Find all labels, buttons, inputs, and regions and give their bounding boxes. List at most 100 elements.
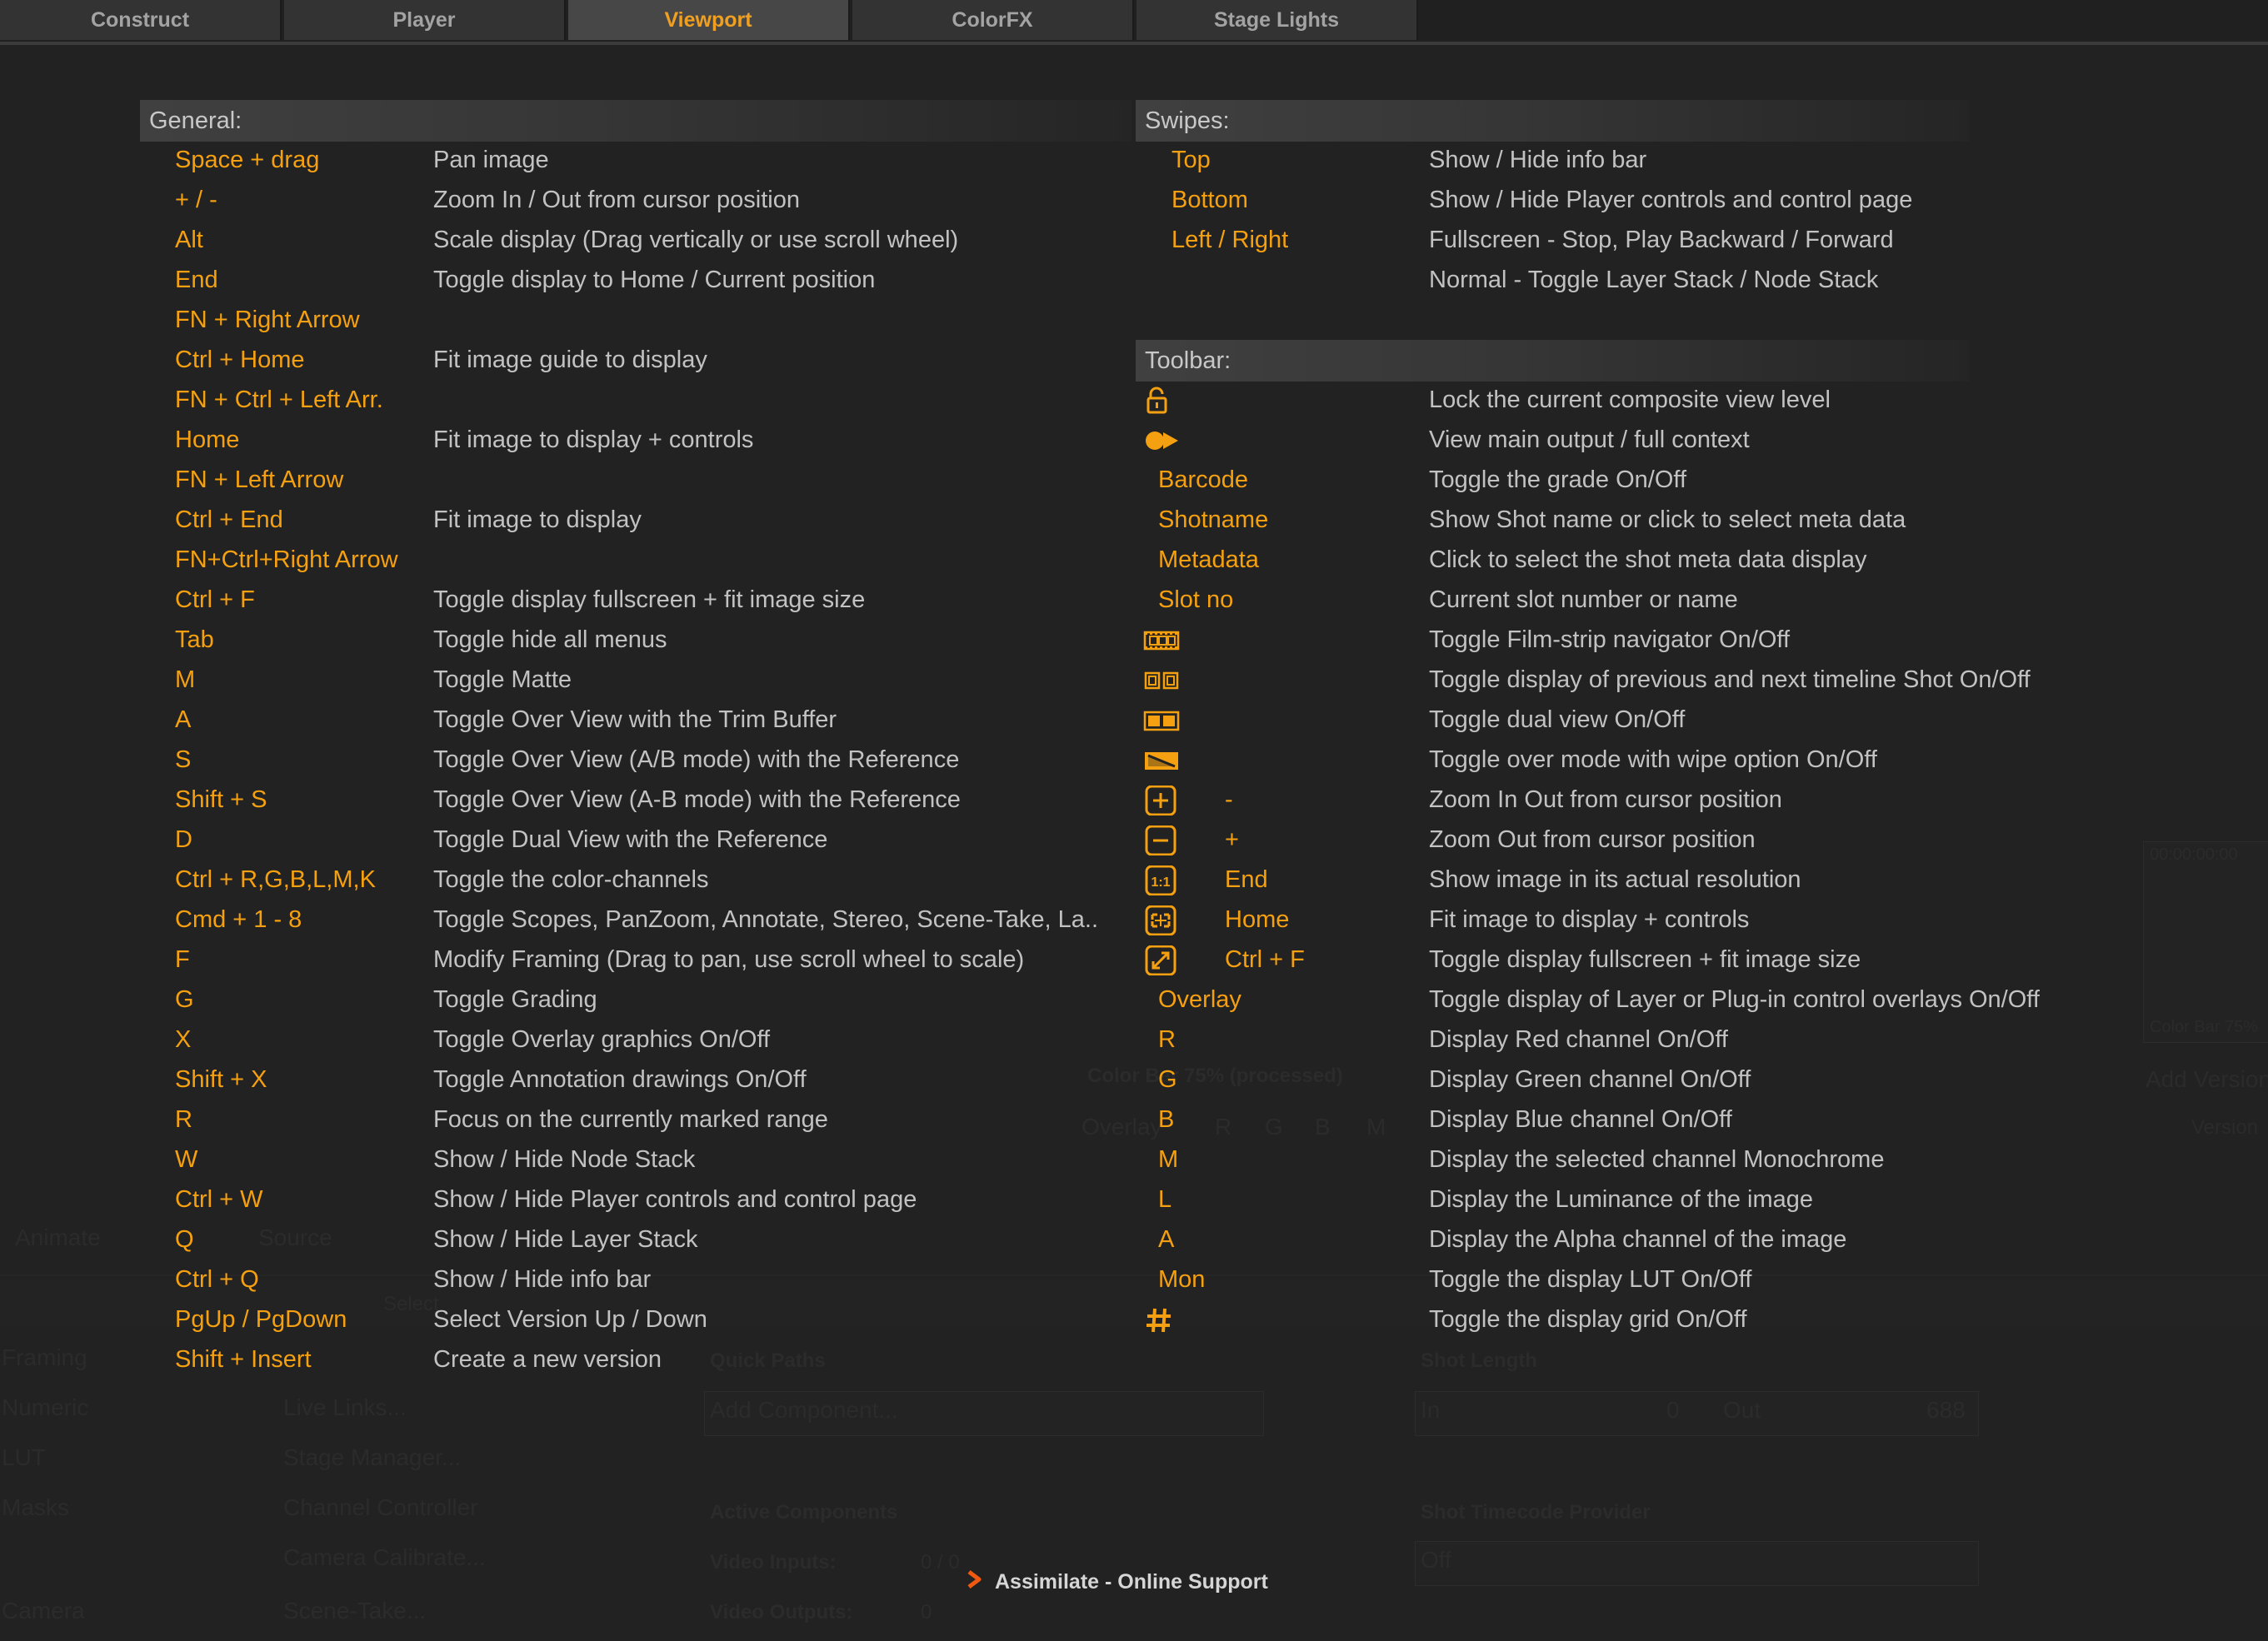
shortcut-key: G — [1158, 1066, 1177, 1093]
swipes-shortcut-row: Bottom Show / Hide Player controls and co… — [1143, 180, 2143, 220]
shortcut-description: Toggle the display LUT On/Off — [1429, 1266, 1752, 1293]
shortcut-key: Mon — [1158, 1266, 1206, 1293]
toolbar-shortcut-row: Lock the current composite view level — [1143, 380, 2143, 420]
shortcut-description: Show Shot name or click to select meta d… — [1429, 506, 1906, 533]
general-shortcut-row: R Focus on the currently marked range — [175, 1100, 1175, 1140]
shortcut-key: Ctrl + W — [175, 1186, 263, 1213]
shortcut-description: Zoom In / Out from cursor position — [433, 187, 800, 213]
toolbar-shortcut-row: Toggle display of previous and next time… — [1143, 660, 2143, 700]
shortcut-description: Toggle Grading — [433, 986, 597, 1013]
general-section-title: General: — [140, 100, 1132, 142]
shortcut-key: M — [1158, 1146, 1179, 1173]
tab-player[interactable]: Player — [284, 0, 566, 40]
background-label: In — [1421, 1397, 1441, 1423]
shortcut-description: Fit image to display — [433, 506, 642, 533]
shortcut-description: Toggle Annotation drawings On/Off — [433, 1066, 807, 1093]
shortcut-description: Toggle Over View (A-B mode) with the Ref… — [433, 786, 961, 813]
background-thumbnail — [2143, 841, 2268, 1043]
zoom-out-icon — [1143, 825, 1180, 855]
shortcut-key: A — [175, 706, 192, 733]
shortcut-key: - — [1225, 786, 1233, 813]
filmstrip-icon — [1143, 626, 1180, 656]
shortcut-description: Pan image — [433, 147, 549, 173]
shortcut-description: Display Red channel On/Off — [1429, 1026, 1728, 1053]
shortcut-key: W — [175, 1146, 198, 1173]
shortcut-description: Toggle hide all menus — [433, 626, 667, 653]
shortcut-key: D — [175, 826, 192, 853]
general-shortcut-row: A Toggle Over View with the Trim Buffer — [175, 700, 1175, 740]
shortcut-description: Display Blue channel On/Off — [1429, 1106, 1732, 1133]
general-shortcut-row: Ctrl + End Fit image to display — [175, 500, 1175, 540]
general-shortcut-row: Q Show / Hide Layer Stack — [175, 1220, 1175, 1259]
shortcut-description: Display the selected channel Monochrome — [1429, 1146, 1885, 1173]
shortcut-description: Scale display (Drag vertically or use sc… — [433, 227, 959, 253]
shortcut-key: F — [175, 946, 190, 973]
shortcut-key: End — [175, 267, 218, 293]
swipes-shortcut-row: Normal - Toggle Layer Stack / Node Stack — [1143, 260, 2143, 300]
shortcut-description: Lock the current composite view level — [1429, 387, 1831, 413]
toolbar-shortcut-row: Overlay Toggle display of Layer or Plug-i… — [1143, 980, 2143, 1020]
background-label: Shot Length — [1421, 1349, 1537, 1372]
general-shortcut-row: Ctrl + Home Fit image guide to display — [175, 340, 1175, 380]
toolbar-section-title: Toolbar: — [1136, 340, 1969, 382]
shortcut-description: Toggle Film-strip navigator On/Off — [1429, 626, 1791, 653]
shortcut-key: A — [1158, 1226, 1175, 1253]
background-label: Channel Controller — [283, 1494, 478, 1520]
general-shortcut-row: Alt Scale display (Drag vertically or use… — [175, 220, 1175, 260]
general-shortcut-row: Ctrl + W Show / Hide Player controls and … — [175, 1180, 1175, 1220]
shortcut-description: Toggle display fullscreen + fit image si… — [433, 586, 866, 613]
shortcut-description: Show / Hide Layer Stack — [433, 1226, 698, 1253]
online-support-link[interactable]: Assimilate - Online Support — [967, 1563, 1268, 1601]
tab-stage-lights[interactable]: Stage Lights — [1136, 0, 1418, 40]
toolbar-shortcut-row: M Display the selected channel Monochrome — [1143, 1140, 2143, 1180]
general-shortcut-row: Shift + X Toggle Annotation drawings On/O… — [175, 1060, 1175, 1100]
tab-construct[interactable]: Construct — [0, 0, 282, 40]
general-shortcut-row: PgUp / PgDown Select Version Up / Down — [175, 1299, 1175, 1339]
tab-viewport[interactable]: Viewport — [568, 0, 850, 40]
general-shortcut-row: FN + Left Arrow — [175, 460, 1175, 500]
background-label: Add Component... — [710, 1397, 898, 1423]
shortcut-key: + / - — [175, 187, 217, 213]
background-label: Masks — [2, 1494, 69, 1520]
background-label: Out — [1723, 1397, 1761, 1423]
shortcut-key: R — [175, 1106, 192, 1133]
shortcut-key: Bottom — [1171, 187, 1248, 213]
shortcut-key: FN+Ctrl+Right Arrow — [175, 546, 398, 573]
background-label: 688 — [1926, 1397, 1966, 1423]
general-shortcut-row: Tab Toggle hide all menus — [175, 620, 1175, 660]
shortcut-key: M — [175, 666, 196, 693]
shortcut-key: Home — [1225, 906, 1290, 933]
toolbar-shortcut-row: Ctrl + F Toggle display fullscreen + fit … — [1143, 940, 2143, 980]
shortcut-description: Zoom Out from cursor position — [1429, 826, 1756, 853]
general-shortcut-row: F Modify Framing (Drag to pan, use scroll… — [175, 940, 1175, 980]
shortcut-key: Ctrl + R,G,B,L,M,K — [175, 866, 376, 893]
swipes-section-title: Swipes: — [1136, 100, 1969, 142]
general-shortcut-row: Space + drag Pan image — [175, 140, 1175, 180]
shortcut-key: Top — [1171, 147, 1211, 173]
shortcut-key: Ctrl + Q — [175, 1266, 259, 1293]
tab-bar-underline — [0, 42, 2268, 45]
shortcut-description: Show image in its actual resolution — [1429, 866, 1801, 893]
general-shortcut-row: S Toggle Over View (A/B mode) with the Re… — [175, 740, 1175, 780]
shortcut-key: Metadata — [1158, 546, 1259, 573]
general-shortcut-row: Shift + S Toggle Over View (A-B mode) wit… — [175, 780, 1175, 820]
background-label: 0 — [921, 1601, 932, 1624]
shortcut-key: S — [175, 746, 192, 773]
background-label: Video Inputs: — [710, 1551, 837, 1574]
shortcut-description: Toggle the display grid On/Off — [1429, 1306, 1747, 1333]
general-shortcut-row: G Toggle Grading — [175, 980, 1175, 1020]
shortcut-key: R — [1158, 1026, 1176, 1053]
background-label: 0 / 0 — [921, 1551, 960, 1574]
shortcut-description: Toggle display fullscreen + fit image si… — [1429, 946, 1861, 973]
toolbar-shortcut-row: B Display Blue channel On/Off — [1143, 1100, 2143, 1140]
toolbar-shortcut-row: G Display Green channel On/Off — [1143, 1060, 2143, 1100]
shortcut-key: End — [1225, 866, 1268, 893]
tab-colorfx[interactable]: ColorFX — [852, 0, 1134, 40]
shortcut-description: Display the Alpha channel of the image — [1429, 1226, 1847, 1253]
shortcut-description: Toggle the color-channels — [433, 866, 709, 893]
dual-view-icon — [1143, 706, 1180, 736]
shortcut-description: Toggle Over View with the Trim Buffer — [433, 706, 837, 733]
general-shortcut-row: Ctrl + F Toggle display fullscreen + fit … — [175, 580, 1175, 620]
background-label: Stage Manager... — [283, 1444, 462, 1470]
toolbar-shortcut-row: Toggle Film-strip navigator On/Off — [1143, 620, 2143, 660]
